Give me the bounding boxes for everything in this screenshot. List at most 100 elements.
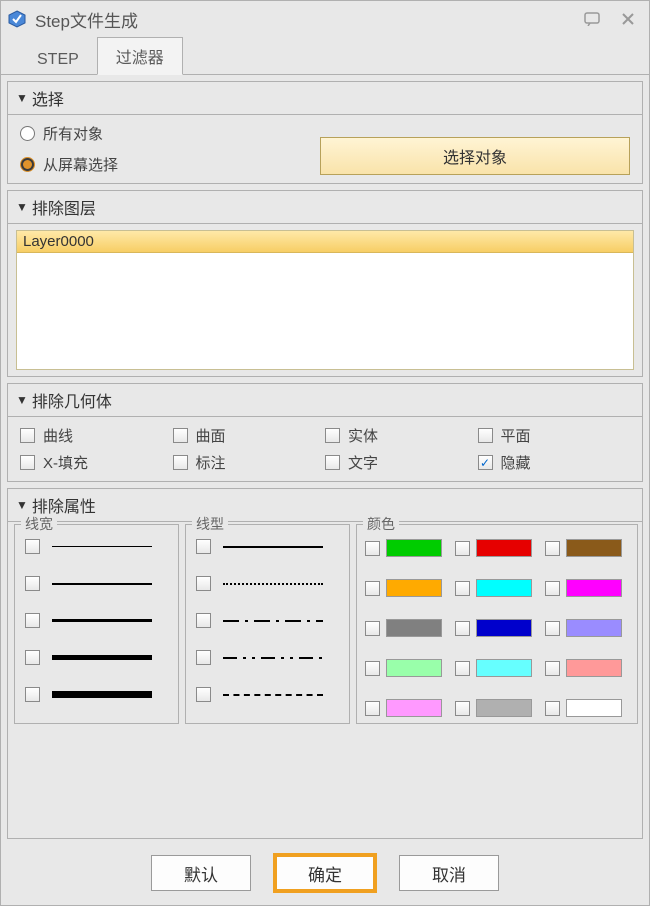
default-button[interactable]: 默认 xyxy=(151,855,251,891)
checkbox-color-0[interactable] xyxy=(365,541,380,556)
select-objects-button[interactable]: 选择对象 xyxy=(320,137,630,175)
section-exclude-geom-head[interactable]: ▼ 排除几何体 xyxy=(8,384,642,417)
checkbox-xfill-label: X-填充 xyxy=(43,452,88,473)
checkbox-lw5[interactable] xyxy=(25,687,40,702)
checkbox-color-7[interactable] xyxy=(455,621,470,636)
checkbox-color-14[interactable] xyxy=(545,701,560,716)
checkbox-surface[interactable] xyxy=(173,428,188,443)
section-exclude-geom-title: 排除几何体 xyxy=(32,388,112,412)
checkbox-color-1[interactable] xyxy=(455,541,470,556)
checkbox-curve-label: 曲线 xyxy=(43,425,73,446)
section-exclude-attr-head[interactable]: ▼ 排除属性 xyxy=(8,489,642,522)
checkbox-surface-label: 曲面 xyxy=(196,425,226,446)
checkbox-lw4[interactable] xyxy=(25,650,40,665)
collapse-icon: ▼ xyxy=(16,393,28,407)
radio-all-objects-label: 所有对象 xyxy=(43,123,103,144)
color-swatch xyxy=(386,619,442,637)
group-linetype: 线型 xyxy=(185,524,350,724)
linewidth-sample xyxy=(52,583,152,585)
checkbox-plane[interactable] xyxy=(478,428,493,443)
linetype-sample-dashdotdot xyxy=(223,657,323,659)
color-swatch xyxy=(566,539,622,557)
checkbox-color-9[interactable] xyxy=(365,661,380,676)
tab-step[interactable]: STEP xyxy=(19,45,97,75)
checkbox-plane-label: 平面 xyxy=(501,425,531,446)
section-select-head[interactable]: ▼ 选择 xyxy=(8,82,642,115)
checkbox-color-2[interactable] xyxy=(545,541,560,556)
collapse-icon: ▼ xyxy=(16,200,28,214)
tab-bar: STEP 过滤器 xyxy=(1,37,649,75)
linewidth-sample xyxy=(52,619,152,622)
group-linewidth: 线宽 xyxy=(14,524,179,724)
checkbox-color-5[interactable] xyxy=(545,581,560,596)
checkbox-color-6[interactable] xyxy=(365,621,380,636)
checkbox-color-10[interactable] xyxy=(455,661,470,676)
cancel-button[interactable]: 取消 xyxy=(399,855,499,891)
checkbox-xfill[interactable] xyxy=(20,455,35,470)
layer-listbox[interactable]: Layer0000 xyxy=(16,230,634,370)
checkbox-text[interactable] xyxy=(325,455,340,470)
checkbox-color-8[interactable] xyxy=(545,621,560,636)
radio-from-screen-label: 从屏幕选择 xyxy=(43,154,118,175)
section-select: ▼ 选择 所有对象 从屏幕选择 选择对象 xyxy=(7,81,643,184)
checkbox-lt1[interactable] xyxy=(196,539,211,554)
dialog-window: Step文件生成 STEP 过滤器 ▼ 选择 所有对象 xyxy=(0,0,650,906)
checkbox-lw3[interactable] xyxy=(25,613,40,628)
linetype-sample-dotted xyxy=(223,583,323,585)
checkbox-solid[interactable] xyxy=(325,428,340,443)
group-linewidth-title: 线宽 xyxy=(21,514,57,534)
checkbox-hidden-label: 隐藏 xyxy=(501,452,531,473)
color-swatch xyxy=(476,539,532,557)
color-swatch xyxy=(476,699,532,717)
checkbox-annot[interactable] xyxy=(173,455,188,470)
checkbox-hidden[interactable]: ✓ xyxy=(478,455,493,470)
checkbox-color-13[interactable] xyxy=(455,701,470,716)
section-select-title: 选择 xyxy=(32,86,64,110)
collapse-icon: ▼ xyxy=(16,91,28,105)
color-swatch xyxy=(476,619,532,637)
checkbox-lt3[interactable] xyxy=(196,613,211,628)
radio-from-screen[interactable] xyxy=(20,157,35,172)
checkbox-lt2[interactable] xyxy=(196,576,211,591)
checkbox-lw2[interactable] xyxy=(25,576,40,591)
radio-all-objects[interactable] xyxy=(20,126,35,141)
color-swatch xyxy=(566,579,622,597)
linewidth-sample xyxy=(52,546,152,547)
checkbox-curve[interactable] xyxy=(20,428,35,443)
group-linetype-title: 线型 xyxy=(192,514,228,534)
linetype-sample-dashed xyxy=(223,694,323,696)
group-color-title: 颜色 xyxy=(363,514,399,534)
button-bar: 默认 确定 取消 xyxy=(1,845,649,905)
checkbox-color-12[interactable] xyxy=(365,701,380,716)
layer-item[interactable]: Layer0000 xyxy=(17,231,633,253)
checkbox-color-3[interactable] xyxy=(365,581,380,596)
color-swatch xyxy=(386,699,442,717)
color-swatch xyxy=(386,579,442,597)
checkbox-color-4[interactable] xyxy=(455,581,470,596)
tab-filter[interactable]: 过滤器 xyxy=(97,37,183,75)
linewidth-sample xyxy=(52,691,152,698)
checkbox-annot-label: 标注 xyxy=(196,452,226,473)
ok-button[interactable]: 确定 xyxy=(275,855,375,891)
close-icon[interactable] xyxy=(617,8,639,30)
content-area: ▼ 选择 所有对象 从屏幕选择 选择对象 xyxy=(1,75,649,845)
section-exclude-layer: ▼ 排除图层 Layer0000 xyxy=(7,190,643,377)
section-exclude-layer-head[interactable]: ▼ 排除图层 xyxy=(8,191,642,224)
color-swatch xyxy=(386,539,442,557)
color-swatch xyxy=(566,619,622,637)
app-icon xyxy=(7,9,27,29)
window-title: Step文件生成 xyxy=(35,7,567,32)
checkbox-text-label: 文字 xyxy=(348,452,378,473)
color-swatch xyxy=(476,579,532,597)
linewidth-sample xyxy=(52,655,152,660)
linetype-sample-solid xyxy=(223,546,323,548)
color-swatch xyxy=(476,659,532,677)
color-swatch xyxy=(386,659,442,677)
checkbox-color-11[interactable] xyxy=(545,661,560,676)
help-icon[interactable] xyxy=(581,8,603,30)
color-swatch xyxy=(566,699,622,717)
color-swatch xyxy=(566,659,622,677)
checkbox-lt5[interactable] xyxy=(196,687,211,702)
checkbox-lw1[interactable] xyxy=(25,539,40,554)
checkbox-lt4[interactable] xyxy=(196,650,211,665)
